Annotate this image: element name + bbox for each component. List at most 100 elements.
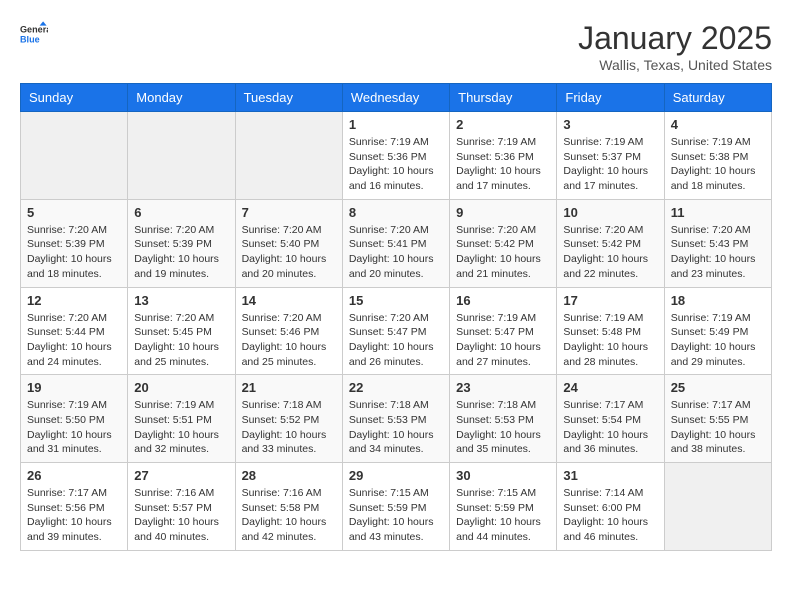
day-cell (21, 112, 128, 200)
day-cell: 17 Sunrise: 7:19 AM Sunset: 5:48 PM Dayli… (557, 287, 664, 375)
weekday-header-friday: Friday (557, 84, 664, 112)
day-number: 3 (563, 117, 657, 132)
day-number: 30 (456, 468, 550, 483)
day-cell: 16 Sunrise: 7:19 AM Sunset: 5:47 PM Dayli… (450, 287, 557, 375)
day-number: 10 (563, 205, 657, 220)
day-number: 28 (242, 468, 336, 483)
day-cell: 10Sunrise: 7:20 AM Sunset: 5:42 PM Dayli… (557, 199, 664, 287)
day-info: Sunrise: 7:20 AM Sunset: 5:43 PM Dayligh… (671, 223, 765, 282)
day-cell: 28 Sunrise: 7:16 AM Sunset: 5:58 PM Dayli… (235, 463, 342, 551)
day-number: 13 (134, 293, 228, 308)
day-cell: 31 Sunrise: 7:14 AM Sunset: 6:00 PM Dayli… (557, 463, 664, 551)
day-info: Sunrise: 7:17 AM Sunset: 5:54 PM Dayligh… (563, 398, 657, 457)
day-info: Sunrise: 7:19 AM Sunset: 5:48 PM Dayligh… (563, 311, 657, 370)
day-number: 20 (134, 380, 228, 395)
day-info: Sunrise: 7:20 AM Sunset: 5:47 PM Dayligh… (349, 311, 443, 370)
day-number: 1 (349, 117, 443, 132)
calendar-title: January 2025 (578, 20, 772, 57)
week-row-1: 1 Sunrise: 7:19 AM Sunset: 5:36 PM Daylig… (21, 112, 772, 200)
day-cell: 11 Sunrise: 7:20 AM Sunset: 5:43 PM Dayli… (664, 199, 771, 287)
day-cell: 12 Sunrise: 7:20 AM Sunset: 5:44 PM Dayli… (21, 287, 128, 375)
day-cell: 9 Sunrise: 7:20 AM Sunset: 5:42 PM Daylig… (450, 199, 557, 287)
day-number: 12 (27, 293, 121, 308)
day-info: Sunrise: 7:19 AM Sunset: 5:50 PM Dayligh… (27, 398, 121, 457)
day-info: Sunrise: 7:18 AM Sunset: 5:53 PM Dayligh… (349, 398, 443, 457)
day-info: Sunrise: 7:15 AM Sunset: 5:59 PM Dayligh… (349, 486, 443, 545)
week-row-5: 26 Sunrise: 7:17 AM Sunset: 5:56 PM Dayli… (21, 463, 772, 551)
day-info: Sunrise: 7:14 AM Sunset: 6:00 PM Dayligh… (563, 486, 657, 545)
day-cell: 13 Sunrise: 7:20 AM Sunset: 5:45 PM Dayli… (128, 287, 235, 375)
week-row-4: 19 Sunrise: 7:19 AM Sunset: 5:50 PM Dayli… (21, 375, 772, 463)
day-cell: 14Sunrise: 7:20 AM Sunset: 5:46 PM Dayli… (235, 287, 342, 375)
day-info: Sunrise: 7:19 AM Sunset: 5:36 PM Dayligh… (456, 135, 550, 194)
day-number: 7 (242, 205, 336, 220)
day-cell: 3 Sunrise: 7:19 AM Sunset: 5:37 PM Daylig… (557, 112, 664, 200)
day-number: 22 (349, 380, 443, 395)
day-number: 2 (456, 117, 550, 132)
day-number: 11 (671, 205, 765, 220)
day-cell: 18 Sunrise: 7:19 AM Sunset: 5:49 PM Dayli… (664, 287, 771, 375)
day-info: Sunrise: 7:19 AM Sunset: 5:36 PM Dayligh… (349, 135, 443, 194)
day-info: Sunrise: 7:20 AM Sunset: 5:39 PM Dayligh… (27, 223, 121, 282)
day-cell: 26 Sunrise: 7:17 AM Sunset: 5:56 PM Dayli… (21, 463, 128, 551)
day-number: 18 (671, 293, 765, 308)
day-info: Sunrise: 7:15 AM Sunset: 5:59 PM Dayligh… (456, 486, 550, 545)
day-info: Sunrise: 7:18 AM Sunset: 5:53 PM Dayligh… (456, 398, 550, 457)
day-cell: 20 Sunrise: 7:19 AM Sunset: 5:51 PM Dayli… (128, 375, 235, 463)
day-number: 23 (456, 380, 550, 395)
day-info: Sunrise: 7:20 AM Sunset: 5:39 PM Dayligh… (134, 223, 228, 282)
day-cell: 19 Sunrise: 7:19 AM Sunset: 5:50 PM Dayli… (21, 375, 128, 463)
day-cell: 5Sunrise: 7:20 AM Sunset: 5:39 PM Daylig… (21, 199, 128, 287)
day-cell: 24Sunrise: 7:17 AM Sunset: 5:54 PM Dayli… (557, 375, 664, 463)
day-number: 27 (134, 468, 228, 483)
day-info: Sunrise: 7:20 AM Sunset: 5:41 PM Dayligh… (349, 223, 443, 282)
day-info: Sunrise: 7:19 AM Sunset: 5:51 PM Dayligh… (134, 398, 228, 457)
day-info: Sunrise: 7:20 AM Sunset: 5:45 PM Dayligh… (134, 311, 228, 370)
day-number: 4 (671, 117, 765, 132)
day-number: 31 (563, 468, 657, 483)
day-info: Sunrise: 7:19 AM Sunset: 5:38 PM Dayligh… (671, 135, 765, 194)
day-info: Sunrise: 7:19 AM Sunset: 5:37 PM Dayligh… (563, 135, 657, 194)
day-info: Sunrise: 7:16 AM Sunset: 5:58 PM Dayligh… (242, 486, 336, 545)
weekday-header-row: SundayMondayTuesdayWednesdayThursdayFrid… (21, 84, 772, 112)
day-cell: 7Sunrise: 7:20 AM Sunset: 5:40 PM Daylig… (235, 199, 342, 287)
day-cell (128, 112, 235, 200)
title-block: January 2025 Wallis, Texas, United State… (578, 20, 772, 73)
day-number: 17 (563, 293, 657, 308)
day-number: 16 (456, 293, 550, 308)
day-info: Sunrise: 7:17 AM Sunset: 5:55 PM Dayligh… (671, 398, 765, 457)
day-info: Sunrise: 7:17 AM Sunset: 5:56 PM Dayligh… (27, 486, 121, 545)
day-info: Sunrise: 7:20 AM Sunset: 5:44 PM Dayligh… (27, 311, 121, 370)
day-cell: 2 Sunrise: 7:19 AM Sunset: 5:36 PM Daylig… (450, 112, 557, 200)
day-info: Sunrise: 7:16 AM Sunset: 5:57 PM Dayligh… (134, 486, 228, 545)
day-cell: 8Sunrise: 7:20 AM Sunset: 5:41 PM Daylig… (342, 199, 449, 287)
calendar-subtitle: Wallis, Texas, United States (578, 57, 772, 73)
weekday-header-thursday: Thursday (450, 84, 557, 112)
page-header: General Blue January 2025 Wallis, Texas,… (20, 20, 772, 73)
day-number: 14 (242, 293, 336, 308)
day-cell: 6 Sunrise: 7:20 AM Sunset: 5:39 PM Daylig… (128, 199, 235, 287)
svg-text:Blue: Blue (20, 34, 40, 44)
weekday-header-wednesday: Wednesday (342, 84, 449, 112)
day-cell: 29Sunrise: 7:15 AM Sunset: 5:59 PM Dayli… (342, 463, 449, 551)
day-number: 21 (242, 380, 336, 395)
day-cell: 30 Sunrise: 7:15 AM Sunset: 5:59 PM Dayli… (450, 463, 557, 551)
day-number: 15 (349, 293, 443, 308)
day-info: Sunrise: 7:20 AM Sunset: 5:42 PM Dayligh… (456, 223, 550, 282)
weekday-header-saturday: Saturday (664, 84, 771, 112)
day-number: 26 (27, 468, 121, 483)
day-cell: 22 Sunrise: 7:18 AM Sunset: 5:53 PM Dayli… (342, 375, 449, 463)
day-cell: 1 Sunrise: 7:19 AM Sunset: 5:36 PM Daylig… (342, 112, 449, 200)
svg-text:General: General (20, 25, 48, 35)
weekday-header-tuesday: Tuesday (235, 84, 342, 112)
week-row-3: 12 Sunrise: 7:20 AM Sunset: 5:44 PM Dayli… (21, 287, 772, 375)
logo-icon: General Blue (20, 20, 48, 48)
weekday-header-sunday: Sunday (21, 84, 128, 112)
day-number: 9 (456, 205, 550, 220)
day-cell: 21Sunrise: 7:18 AM Sunset: 5:52 PM Dayli… (235, 375, 342, 463)
day-number: 6 (134, 205, 228, 220)
day-info: Sunrise: 7:19 AM Sunset: 5:47 PM Dayligh… (456, 311, 550, 370)
calendar-table: SundayMondayTuesdayWednesdayThursdayFrid… (20, 83, 772, 551)
day-info: Sunrise: 7:19 AM Sunset: 5:49 PM Dayligh… (671, 311, 765, 370)
day-number: 19 (27, 380, 121, 395)
